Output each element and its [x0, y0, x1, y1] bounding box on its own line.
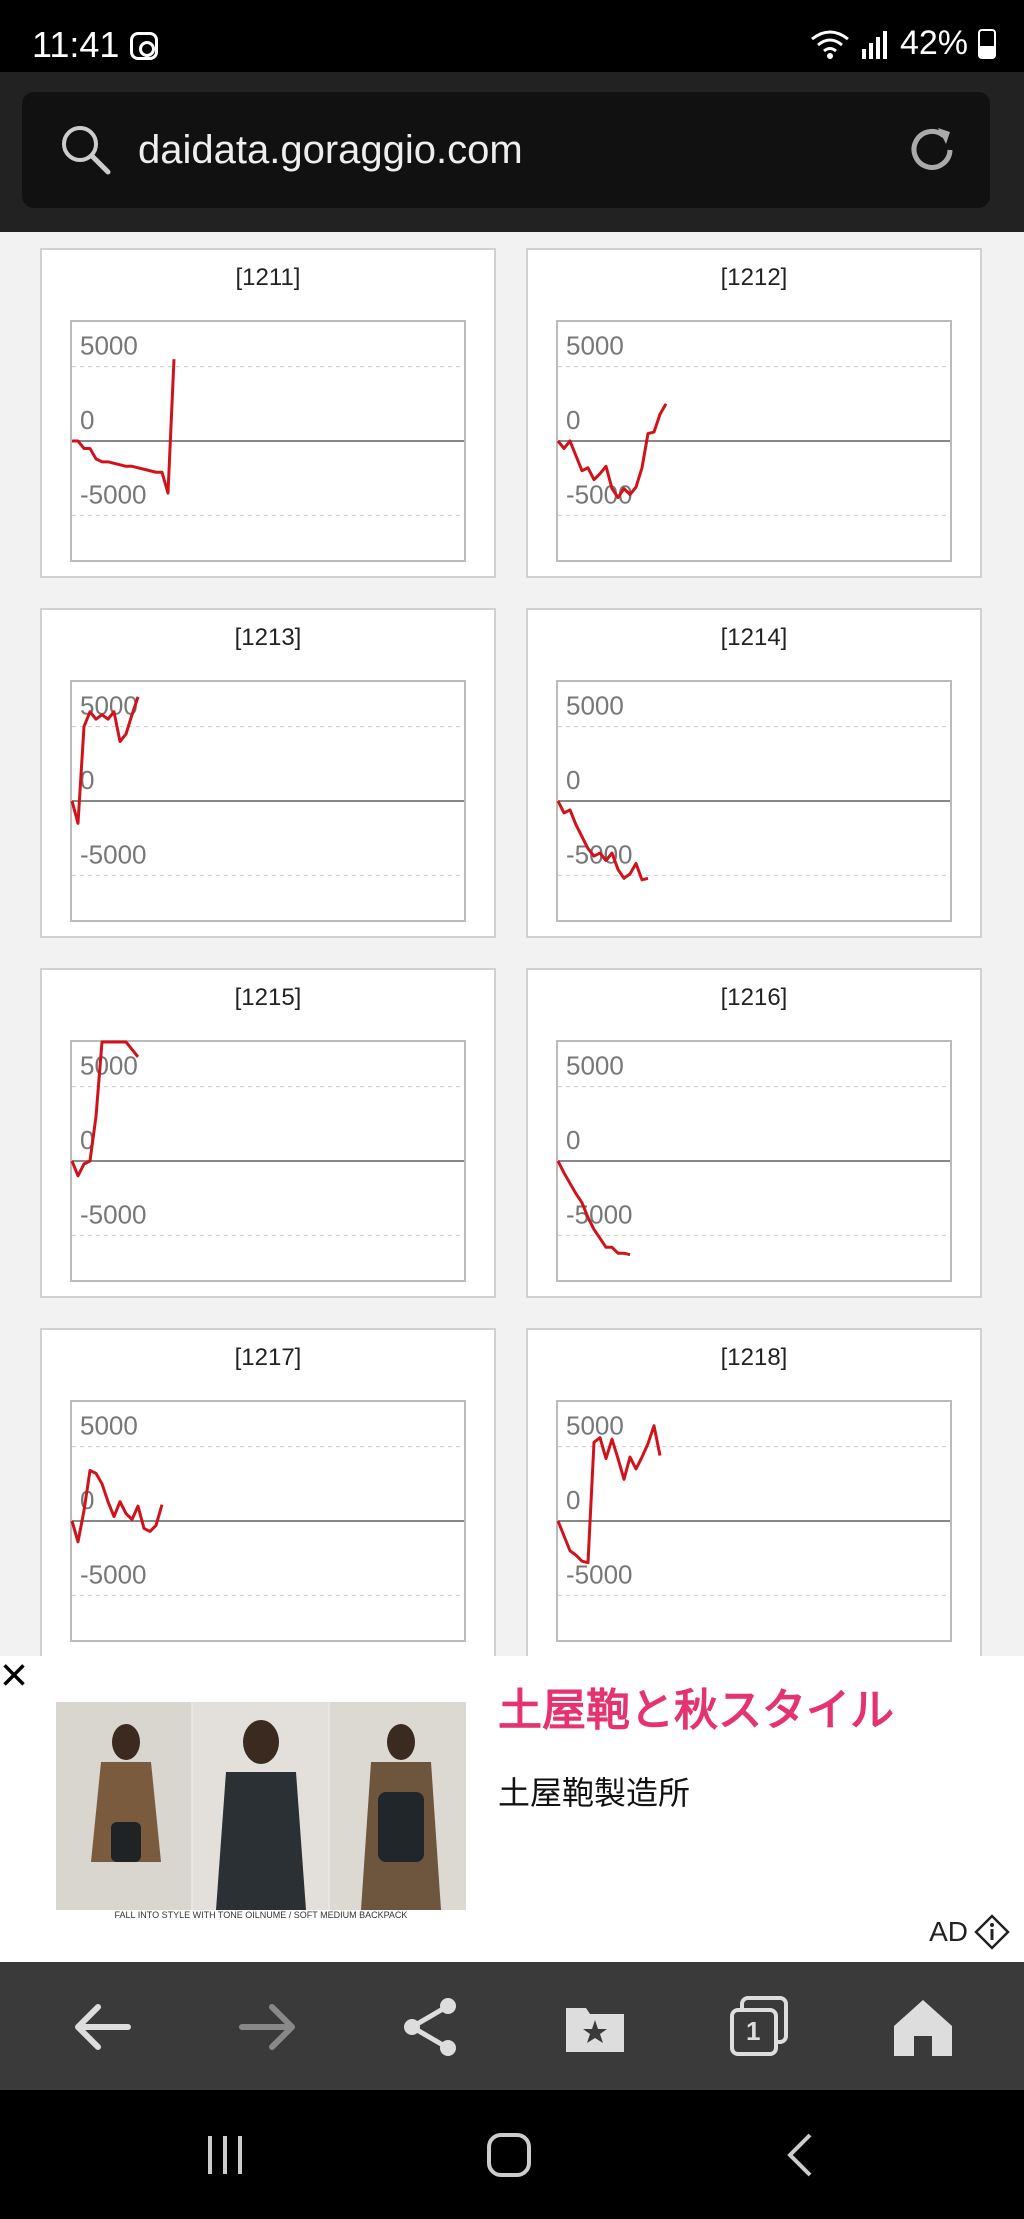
line-chart: 5000 0 -5000 — [556, 320, 952, 562]
chart-title: [1217] — [234, 1344, 302, 1371]
ad-headline[interactable]: 土屋鞄と秋スタイル — [498, 1674, 894, 1738]
chart-title: [1218] — [720, 1344, 788, 1371]
tabs-button[interactable]: 1 — [724, 1992, 794, 2062]
y-tick-label: -5000 — [80, 1559, 147, 1589]
tab-count: 1 — [746, 2016, 761, 2046]
y-tick-label: -5000 — [80, 839, 147, 869]
y-tick-label: 5000 — [80, 1051, 138, 1081]
ad-image[interactable] — [56, 1702, 466, 1910]
chart-card[interactable]: [1214] 5000 0 -5000 — [526, 608, 982, 938]
y-tick-label: 5000 — [566, 1051, 624, 1081]
wifi-icon — [811, 30, 849, 59]
y-tick-label: -5000 — [80, 1199, 147, 1229]
y-tick-label: 5000 — [80, 1411, 138, 1441]
ad-label: AD — [929, 1916, 968, 1947]
chart-card[interactable]: [1216] 5000 0 -5000 — [526, 968, 982, 1298]
y-tick-label: 0 — [80, 405, 94, 435]
line-chart: 50000-5000 — [70, 1400, 466, 1642]
ad-banner[interactable]: × FALL INTO STYLE WITH TONE OILNUME / SO… — [0, 1652, 1024, 1962]
chart-title: [1213] — [234, 624, 302, 651]
browser-nav-bar: 1 — [0, 1962, 1024, 2090]
y-tick-label: 0 — [566, 765, 580, 795]
signal-icon — [861, 30, 887, 59]
chart-grid: [1211] 5000 0 -5000 [1212] 5000 0 -5000 [1213] 50… — [0, 232, 1024, 1656]
ad-advertiser[interactable]: 土屋鞄製造所 — [498, 1768, 690, 1814]
back-nav-icon[interactable] — [776, 2130, 826, 2180]
info-icon — [974, 1914, 1010, 1950]
search-icon — [62, 126, 111, 175]
status-bar: 11:41 42% — [0, 0, 1024, 72]
y-tick-label: 5000 — [566, 1411, 624, 1441]
instagram-icon — [130, 32, 158, 60]
share-icon[interactable] — [396, 1992, 466, 2062]
reload-icon[interactable] — [902, 120, 962, 180]
chart-title: [1215] — [234, 984, 302, 1011]
chart-title: [1212] — [720, 264, 788, 291]
chart-title: [1211] — [235, 264, 301, 291]
battery-icon — [978, 28, 996, 59]
chart-card[interactable]: [1218] 5000 0 -5000 — [526, 1328, 982, 1656]
chart-card[interactable]: [1213] 5000 0 -5000 — [40, 608, 496, 938]
recent-apps-icon[interactable] — [200, 2130, 250, 2180]
ad-choices[interactable]: AD — [929, 1914, 1010, 1950]
line-chart: 50000-5000 — [70, 1040, 466, 1282]
y-tick-label: 0 — [566, 405, 580, 435]
y-tick-label: 5000 — [566, 691, 624, 721]
y-tick-label: 5000 — [566, 331, 624, 361]
close-ad-icon[interactable]: × — [0, 1652, 40, 1700]
chart-title: [1214] — [720, 624, 788, 651]
system-nav-bar — [0, 2090, 1024, 2219]
status-icons: 42% — [810, 24, 996, 63]
url-text[interactable]: daidata.goraggio.com — [138, 128, 523, 173]
line-chart: 5000 0 -5000 — [556, 1040, 952, 1282]
chart-card[interactable]: [1211] 5000 0 -5000 — [40, 248, 496, 578]
chart-card[interactable]: [1212] 5000 0 -5000 — [526, 248, 982, 578]
line-chart: 5000 0 -5000 — [556, 1400, 952, 1642]
ad-caption: FALL INTO STYLE WITH TONE OILNUME / SOFT… — [114, 1910, 408, 1920]
home-nav-icon[interactable] — [484, 2130, 534, 2180]
browser-toolbar: daidata.goraggio.com — [0, 72, 1024, 232]
y-tick-label: -5000 — [80, 479, 147, 509]
y-tick-label: 0 — [566, 1485, 580, 1515]
chart-card[interactable]: [1215] 5000 0 -5000 — [40, 968, 496, 1298]
line-chart: 50000-5000 — [556, 680, 952, 922]
y-tick-label: -5000 — [566, 479, 633, 509]
home-icon[interactable] — [888, 1992, 958, 2062]
ad-image-art — [56, 1702, 466, 1910]
y-tick-label: -5000 — [566, 1559, 633, 1589]
clock: 11:41 — [32, 24, 120, 65]
y-tick-label: -5000 — [566, 1199, 633, 1229]
back-icon[interactable] — [68, 1992, 138, 2062]
battery-percent: 42% — [899, 24, 968, 62]
forward-icon[interactable] — [232, 1992, 302, 2062]
line-chart: 5000 0 -5000 — [70, 320, 466, 562]
chart-card[interactable]: [1217] 5000 0 -5000 — [40, 1328, 496, 1656]
chart-title: [1216] — [720, 984, 788, 1011]
bookmarks-icon[interactable] — [560, 1992, 630, 2062]
y-tick-label: 0 — [566, 1125, 580, 1155]
address-bar[interactable]: daidata.goraggio.com — [22, 92, 990, 208]
line-chart: 50000-5000 — [70, 680, 466, 922]
y-tick-label: 5000 — [80, 331, 138, 361]
